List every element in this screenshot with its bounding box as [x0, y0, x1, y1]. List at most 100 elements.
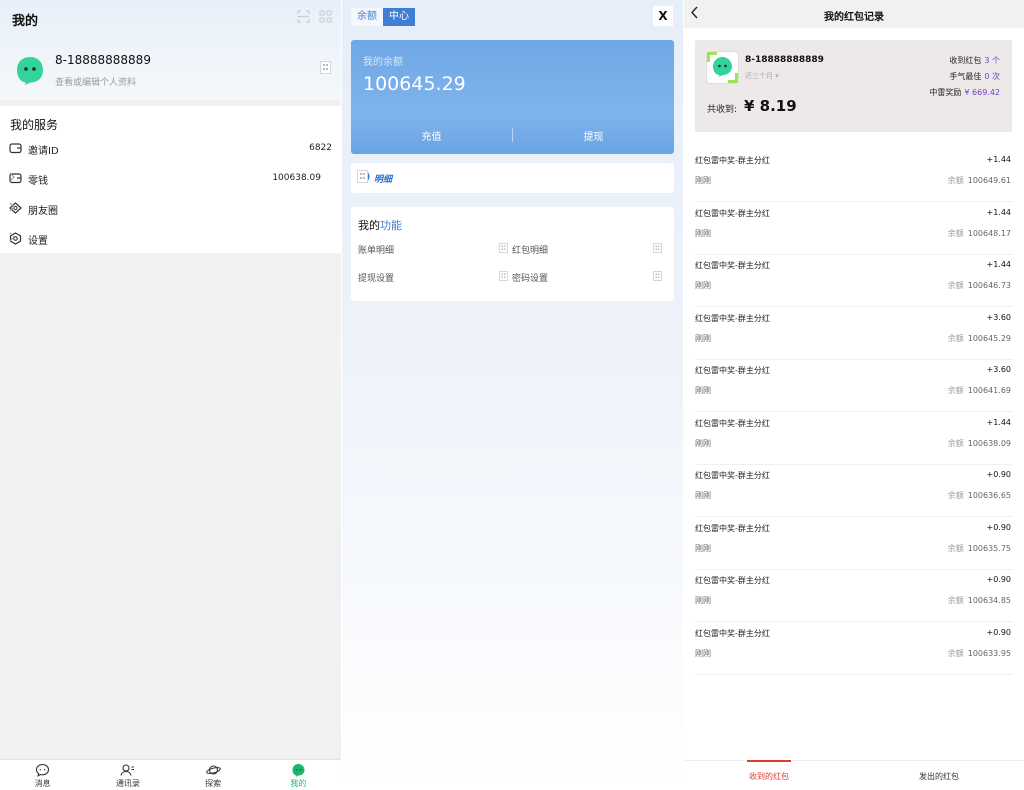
record-balance-value: 100635.75 [967, 543, 1011, 553]
record-balance: 余额 100636.65 [948, 490, 1011, 501]
record-amount: +0.90 [986, 522, 1011, 532]
record-row[interactable]: 红包雷中奖-群主分红 +3.60 刚刚 余额 100641.69 [695, 360, 1013, 412]
record-title: 红包雷中奖-群主分红 [695, 261, 770, 270]
header-actions [297, 10, 332, 23]
wallet-icon [9, 142, 22, 154]
record-title: 红包雷中奖-群主分红 [695, 523, 770, 533]
record-row[interactable]: 红包雷中奖-群主分红 +1.44 刚刚 余额 100649.61 [695, 150, 1013, 202]
close-button[interactable]: X [653, 6, 673, 26]
record-balance: 余额 100649.61 [948, 175, 1011, 186]
total-label: 共收到: [707, 105, 738, 115]
record-row[interactable]: 红包雷中奖-群主分红 +1.44 刚刚 余额 100646.73 [695, 255, 1013, 307]
qr-code-icon[interactable] [357, 170, 666, 183]
record-row[interactable]: 红包雷中奖-群主分红 +0.90 刚刚 余额 100633.95 [695, 623, 1013, 675]
profile-card[interactable]: 8-18888888889 查看或编辑个人资料 [9, 48, 332, 92]
record-title: 红包雷中奖-群主分红 [695, 156, 770, 165]
tab-me[interactable]: 我的 [256, 760, 341, 790]
record-time: 刚刚 [695, 228, 711, 238]
function-password-settings[interactable]: 密码设置 [512, 271, 662, 285]
tab-center[interactable]: 中心 [383, 8, 415, 26]
qr-code-icon[interactable] [320, 61, 331, 74]
record-row[interactable]: 红包雷中奖-群主分红 +1.44 刚刚 余额 100638.09 [695, 413, 1013, 465]
chevron-right-icon [9, 232, 329, 242]
records-tabbar: 收到的红包 发出的红包 [684, 760, 1024, 790]
services-panel: 我的服务 邀请ID 6822 零钱 100638.09 朋友圈 设置 [0, 106, 341, 253]
function-withdraw-settings[interactable]: 提现设置 [358, 271, 508, 285]
avatar[interactable] [14, 54, 46, 86]
record-balance-value: 100649.61 [967, 176, 1011, 185]
function-bill-details[interactable]: 账单明细 [358, 243, 508, 257]
record-balance: 余额 100645.29 [948, 333, 1011, 344]
record-balance-label: 余额 [947, 438, 964, 448]
record-balance-value: 100648.17 [967, 228, 1011, 238]
record-balance-label: 余额 [947, 648, 964, 658]
record-balance: 余额 100648.17 [948, 228, 1011, 239]
record-time: 刚刚 [695, 438, 711, 448]
withdraw-button[interactable]: 提现 [513, 128, 674, 143]
record-amount: +1.44 [986, 155, 1011, 164]
record-balance-label: 余额 [947, 333, 964, 343]
record-balance: 余额 100638.09 [948, 438, 1011, 449]
service-row-change[interactable]: 零钱 100638.09 [0, 164, 341, 194]
record-amount: +3.60 [986, 365, 1011, 374]
service-label: 邀请ID [28, 146, 59, 157]
me-header: 我的 8-18888888889 查看或编辑个人资料 [0, 0, 341, 100]
qr-code-icon [499, 271, 508, 281]
functions-title: 我的功能 [358, 217, 402, 233]
record-time: 刚刚 [695, 281, 711, 290]
record-row[interactable]: 红包雷中奖-群主分红 +0.90 刚刚 余额 100634.85 [695, 570, 1013, 622]
record-balance-value: 100633.95 [967, 648, 1011, 658]
contacts-icon [120, 763, 135, 777]
record-balance-value: 100638.09 [967, 438, 1011, 448]
service-row-moments[interactable]: 朋友圈 [0, 194, 341, 224]
record-amount: +0.90 [986, 627, 1011, 637]
tab-messages[interactable]: 消息 [0, 760, 85, 790]
record-row[interactable]: 红包雷中奖-群主分红 +0.90 刚刚 余额 100635.75 [695, 518, 1013, 570]
function-label: 密码设置 [512, 274, 549, 284]
chevron-right-icon [9, 172, 329, 182]
function-label: 红包明细 [512, 246, 549, 256]
tab-explore[interactable]: 探索 [171, 760, 256, 790]
qr-code-icon [653, 243, 662, 253]
scan-icon[interactable] [297, 10, 310, 23]
tab-contacts[interactable]: 通讯录 [85, 760, 170, 790]
record-amount: +3.60 [986, 312, 1011, 322]
apps-grid-icon[interactable] [319, 10, 332, 23]
tab-balance[interactable]: 余额 [351, 8, 383, 26]
detail-entry[interactable]: 明细 [351, 163, 674, 193]
stat-label: 收到红包 [949, 56, 982, 65]
tab-sent[interactable]: 发出的红包 [854, 761, 1024, 790]
stat-best-luck: 手气最佳 0 次 [949, 71, 1000, 82]
balance-label: 我的余额 [363, 57, 403, 68]
record-time: 刚刚 [695, 176, 711, 185]
stat-label: 中雷奖励 [929, 88, 962, 97]
record-balance-value: 100646.73 [967, 281, 1011, 290]
service-row-settings[interactable]: 设置 [0, 224, 341, 254]
tab-label: 我的 [290, 779, 307, 788]
record-title: 红包雷中奖-群主分红 [695, 313, 770, 323]
record-amount: +1.44 [986, 417, 1011, 427]
record-time: 刚刚 [695, 596, 711, 605]
record-row[interactable]: 红包雷中奖-群主分红 +1.44 刚刚 余额 100648.17 [695, 203, 1013, 255]
caret-down-icon: ▾ [775, 72, 779, 80]
qr-code-icon [653, 271, 662, 281]
tab-label: 探索 [205, 779, 222, 788]
balance-card: 我的余额 100645.29 充值 提现 [351, 40, 674, 154]
tab-received[interactable]: 收到的红包 [684, 760, 854, 790]
record-balance-label: 余额 [947, 386, 964, 395]
recharge-button[interactable]: 充值 [351, 128, 512, 143]
record-row[interactable]: 红包雷中奖-群主分红 +3.60 刚刚 余额 100645.29 [695, 308, 1013, 360]
me-screen: 我的 8-18888888889 查看或编辑个人资料 我的服务 邀请ID 682… [0, 0, 341, 790]
record-balance-value: 100641.69 [967, 386, 1011, 395]
record-time: 刚刚 [695, 648, 711, 658]
avatar [706, 51, 739, 84]
function-redpacket-details[interactable]: 红包明细 [512, 243, 662, 257]
service-row-invite-id[interactable]: 邀请ID 6822 [0, 134, 341, 164]
records-summary: 8-18888888889 近三个月 ▾ 共收到: ¥ 8.19 收到红包 3 个… [695, 40, 1012, 132]
record-amount: +1.44 [986, 260, 1011, 269]
record-row[interactable]: 红包雷中奖-群主分红 +0.90 刚刚 余额 100636.65 [695, 465, 1013, 517]
record-time: 刚刚 [695, 491, 711, 500]
record-balance-label: 余额 [947, 596, 964, 605]
summary-period[interactable]: 近三个月 ▾ [745, 71, 779, 81]
record-title: 红包雷中奖-群主分红 [695, 366, 770, 375]
